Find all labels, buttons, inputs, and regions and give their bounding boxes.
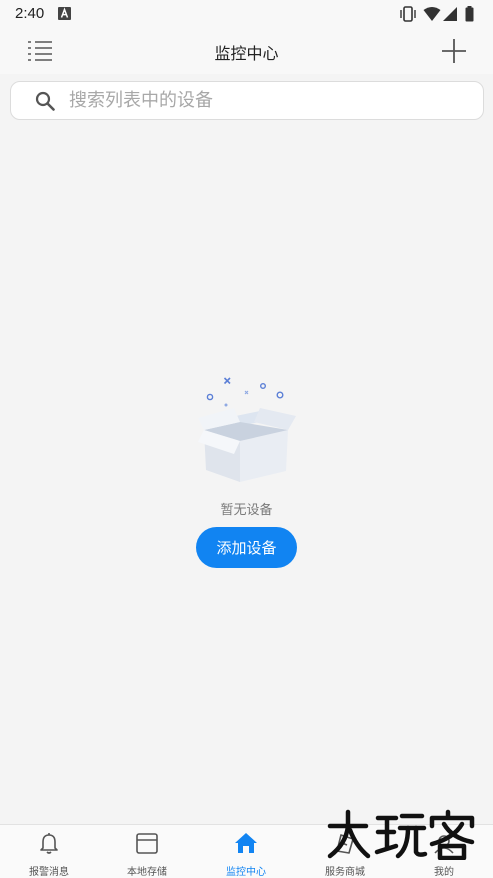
bell-icon [40,833,58,854]
empty-box-illustration [198,377,296,482]
status-icons [399,6,479,22]
notification-a-icon [58,7,71,20]
search-bar [10,81,484,120]
plus-icon[interactable] [441,38,467,64]
nav-label: 报警消息 [29,867,69,878]
status-bar: 2:40 [0,0,493,28]
wifi-icon [423,7,441,21]
nav-label: 我的 [434,867,454,878]
empty-message: 暂无设备 [220,503,273,518]
nav-label: 监控中心 [226,867,266,878]
nav-label: 服务商城 [325,867,365,878]
search-input[interactable] [69,82,469,119]
nav-label: 本地存储 [127,867,167,878]
signal-icon [443,7,457,21]
battery-icon [465,6,474,22]
watermark-logo [327,809,475,860]
top-bar: 监控中心 [0,28,493,74]
status-time: 2:40 [15,5,45,22]
add-device-button[interactable]: 添加设备 [196,527,297,568]
home-icon [235,833,257,853]
nav-item-local-storage[interactable]: 本地存储 [98,825,196,878]
folder-icon [136,833,158,854]
app-screen: 2:40 监控中心 搜索列表中的设备 暂无设备 添加设备 报警消息 本地存储 监… [0,0,493,878]
search-icon [35,91,55,111]
vibrate-icon [400,6,416,22]
page-title: 监控中心 [214,44,279,63]
nav-item-monitor-center[interactable]: 监控中心 [197,825,295,878]
nav-item-alarm-messages[interactable]: 报警消息 [0,825,98,878]
